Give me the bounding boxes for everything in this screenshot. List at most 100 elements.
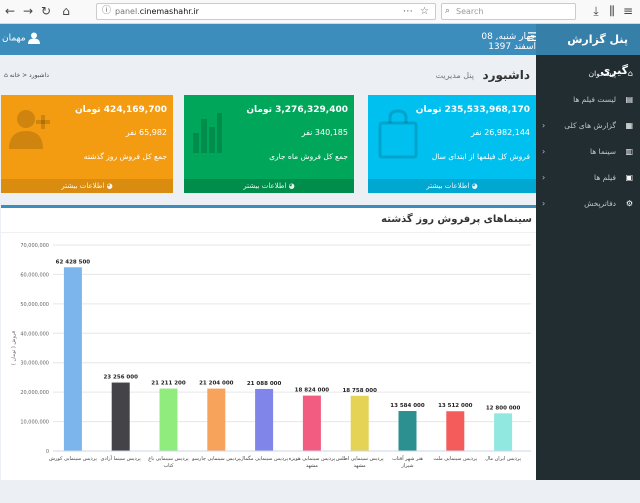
stat-label: جمع کل فروش ماه جاری [269,152,348,161]
bar-value-label: 12 800 000 [486,405,521,411]
x-tick-label: پردیس ایران مال [485,456,521,462]
bookmark-icon[interactable]: ⋯ ☆ [403,4,431,19]
stat-box-year: 235,533,968,170 تومان 26,982,144 نفر فرو… [368,95,536,193]
bar-value-label: 18 824 000 [295,388,330,394]
sidebar-item-label: دفاترپخش [584,199,616,208]
y-tick-label: 30,000,000 [20,361,49,367]
x-tick-label: هنر شهر آفتاب [392,455,423,462]
x-tick-label: شیراز [400,463,413,469]
home-icon[interactable]: ⌂ [58,3,74,19]
logo[interactable]: پنل گزارش گیری [536,24,640,77]
chart-bar [350,395,369,451]
page-subtitle: پنل مدیریت [435,71,474,80]
menu-icon[interactable]: ≡ [620,3,636,19]
home-icon: ⌂ [4,72,8,79]
chart-bar [159,388,178,451]
x-tick-label: مشهد [306,463,318,469]
chart-bar [494,413,513,451]
url-prefix: panel. [115,7,140,16]
url-host: cinemashahr.ir [139,7,199,16]
x-tick-label: مشهد [354,463,366,469]
x-tick-label: پردیس سینما آزادی [101,455,142,462]
x-tick-label: کتاب [163,463,174,469]
bar-value-label: 21 211 200 [151,381,186,387]
film-icon: ▤ [625,95,633,104]
video-icon: ▣ [625,173,633,182]
bar-value-label: 13 584 000 [390,403,425,409]
x-tick-label: پردیس سینمایی باغ [148,456,189,462]
bar-value-label: 21 204 000 [199,381,234,387]
x-tick-label: پردیس سینمایی هویزه [289,456,336,462]
user-icon [28,32,41,44]
more-info-link[interactable]: اطلاعات بیشتر ◕ [368,179,536,193]
chart-bar [255,388,274,451]
search-input[interactable]: ⌕ Search [441,3,576,20]
sidebar: پنل گزارش گیری ⌂ پیشخوان ▤ لیست فیلم ها … [536,24,640,480]
stat-label: جمع کل فروش روز گذشته [83,152,167,161]
sidebar-item-films[interactable]: ▣ فیلم ها ‹ [536,165,640,191]
chevron-left-icon: ‹ [542,173,546,182]
browser-toolbar: ← → ↻ ⌂ ⓘ panel.cinemashahr.ir ⋯ ☆ ⌕ Sea… [0,0,640,24]
top-cinemas-chart-panel: سینماهای پرفروش روز گذشته 0 10,000,000 20,… [1,205,536,480]
user-plus-icon [9,110,50,149]
url-bar[interactable]: ⓘ panel.cinemashahr.ir ⋯ ☆ [96,3,436,20]
bar-value-label: 13 512 000 [438,403,473,409]
y-tick-label: 0 [46,449,49,455]
user-menu[interactable]: مهمان [2,32,41,44]
sidebar-item-label: لیست فیلم ها [573,95,616,104]
header-date: چهار شنبه, 08 اسفند 1397 [481,32,536,52]
more-info-link[interactable]: اطلاعات بیشتر ◕ [184,179,354,193]
stat-box-month: 3,276,329,400 تومان 340,185 نفر جمع کل ف… [184,95,354,193]
info-icon[interactable]: ⓘ [102,4,111,19]
chart-bar [446,411,465,451]
sidebar-item-cinemas[interactable]: ▥ سینما ها ‹ [536,139,640,165]
sidebar-item-label: پیشخوان [588,69,616,78]
user-label: مهمان [2,33,26,44]
sidebar-item-reports[interactable]: ▦ گزارش های کلی ‹ [536,113,640,139]
bar-value-label: 23 256 000 [103,375,138,381]
stat-count: 26,982,144 نفر [470,128,530,137]
search-placeholder: Search [456,7,484,16]
arrow-circle-icon: ◕ [106,182,113,190]
x-tick-label: پردیس سینمایی کورش [49,456,98,462]
x-tick-label: پردیس سینمایی مگمال [240,455,289,462]
breadcrumb-home[interactable]: خانه [10,72,20,79]
bar-value-label: 62 428 500 [56,259,91,265]
more-info-link[interactable]: اطلاعات بیشتر ◕ [1,179,173,193]
stat-count: 340,185 نفر [301,128,348,137]
sidebar-item-distributors[interactable]: ⚙ دفاترپخش ‹ [536,191,640,217]
stat-count: 65,982 نفر [125,128,167,137]
chart-bar [111,382,130,451]
back-icon[interactable]: ← [2,3,18,19]
sidebar-item-dashboard[interactable]: ⌂ پیشخوان [536,61,640,87]
chart-bar [63,267,82,451]
bar-chart-icon [193,113,222,153]
y-tick-label: 20,000,000 [20,390,49,396]
stat-box-body: 3,276,329,400 تومان 340,185 نفر جمع کل ف… [184,95,354,179]
sidebar-item-label: سینما ها [589,147,616,156]
bar-value-label: 21 088 000 [247,381,282,387]
stat-value: 424,169,700 تومان [75,105,167,115]
page-title: داشبورد [482,68,530,82]
download-icon[interactable]: ⤓ [588,3,604,19]
forward-icon[interactable]: → [20,3,36,19]
more-info-label: اطلاعات بیشتر [426,182,470,190]
y-tick-label: 60,000,000 [20,272,49,278]
chevron-left-icon: ‹ [542,121,546,130]
stat-value: 235,533,968,170 تومان [415,105,530,115]
bar-value-label: 18 758 000 [342,388,377,394]
top-header: مهمان چهار شنبه, 08 اسفند 1397 ☰ [0,24,538,55]
reload-icon[interactable]: ↻ [38,3,54,19]
gear-icon: ⚙ [625,199,633,208]
sidebar-item-movie-list[interactable]: ▤ لیست فیلم ها [536,87,640,113]
stat-box-body: 424,169,700 تومان 65,982 نفر جمع کل فروش… [1,95,173,179]
stat-label: فروش کل فیلمها از ابتدای سال [431,152,530,161]
sidebar-item-label: فیلم ها [594,173,616,182]
chevron-left-icon: ‹ [542,147,546,156]
chart-title: سینماهای پرفروش روز گذشته [381,214,532,225]
y-tick-label: 40,000,000 [20,331,49,337]
building-icon: ▥ [625,147,633,156]
content-header: داشبورد پنل مدیریت داشبورد < خانه ⌂ [0,62,536,88]
library-icon[interactable]: ⫼ [604,3,620,19]
arrow-circle-icon: ◕ [471,182,478,190]
